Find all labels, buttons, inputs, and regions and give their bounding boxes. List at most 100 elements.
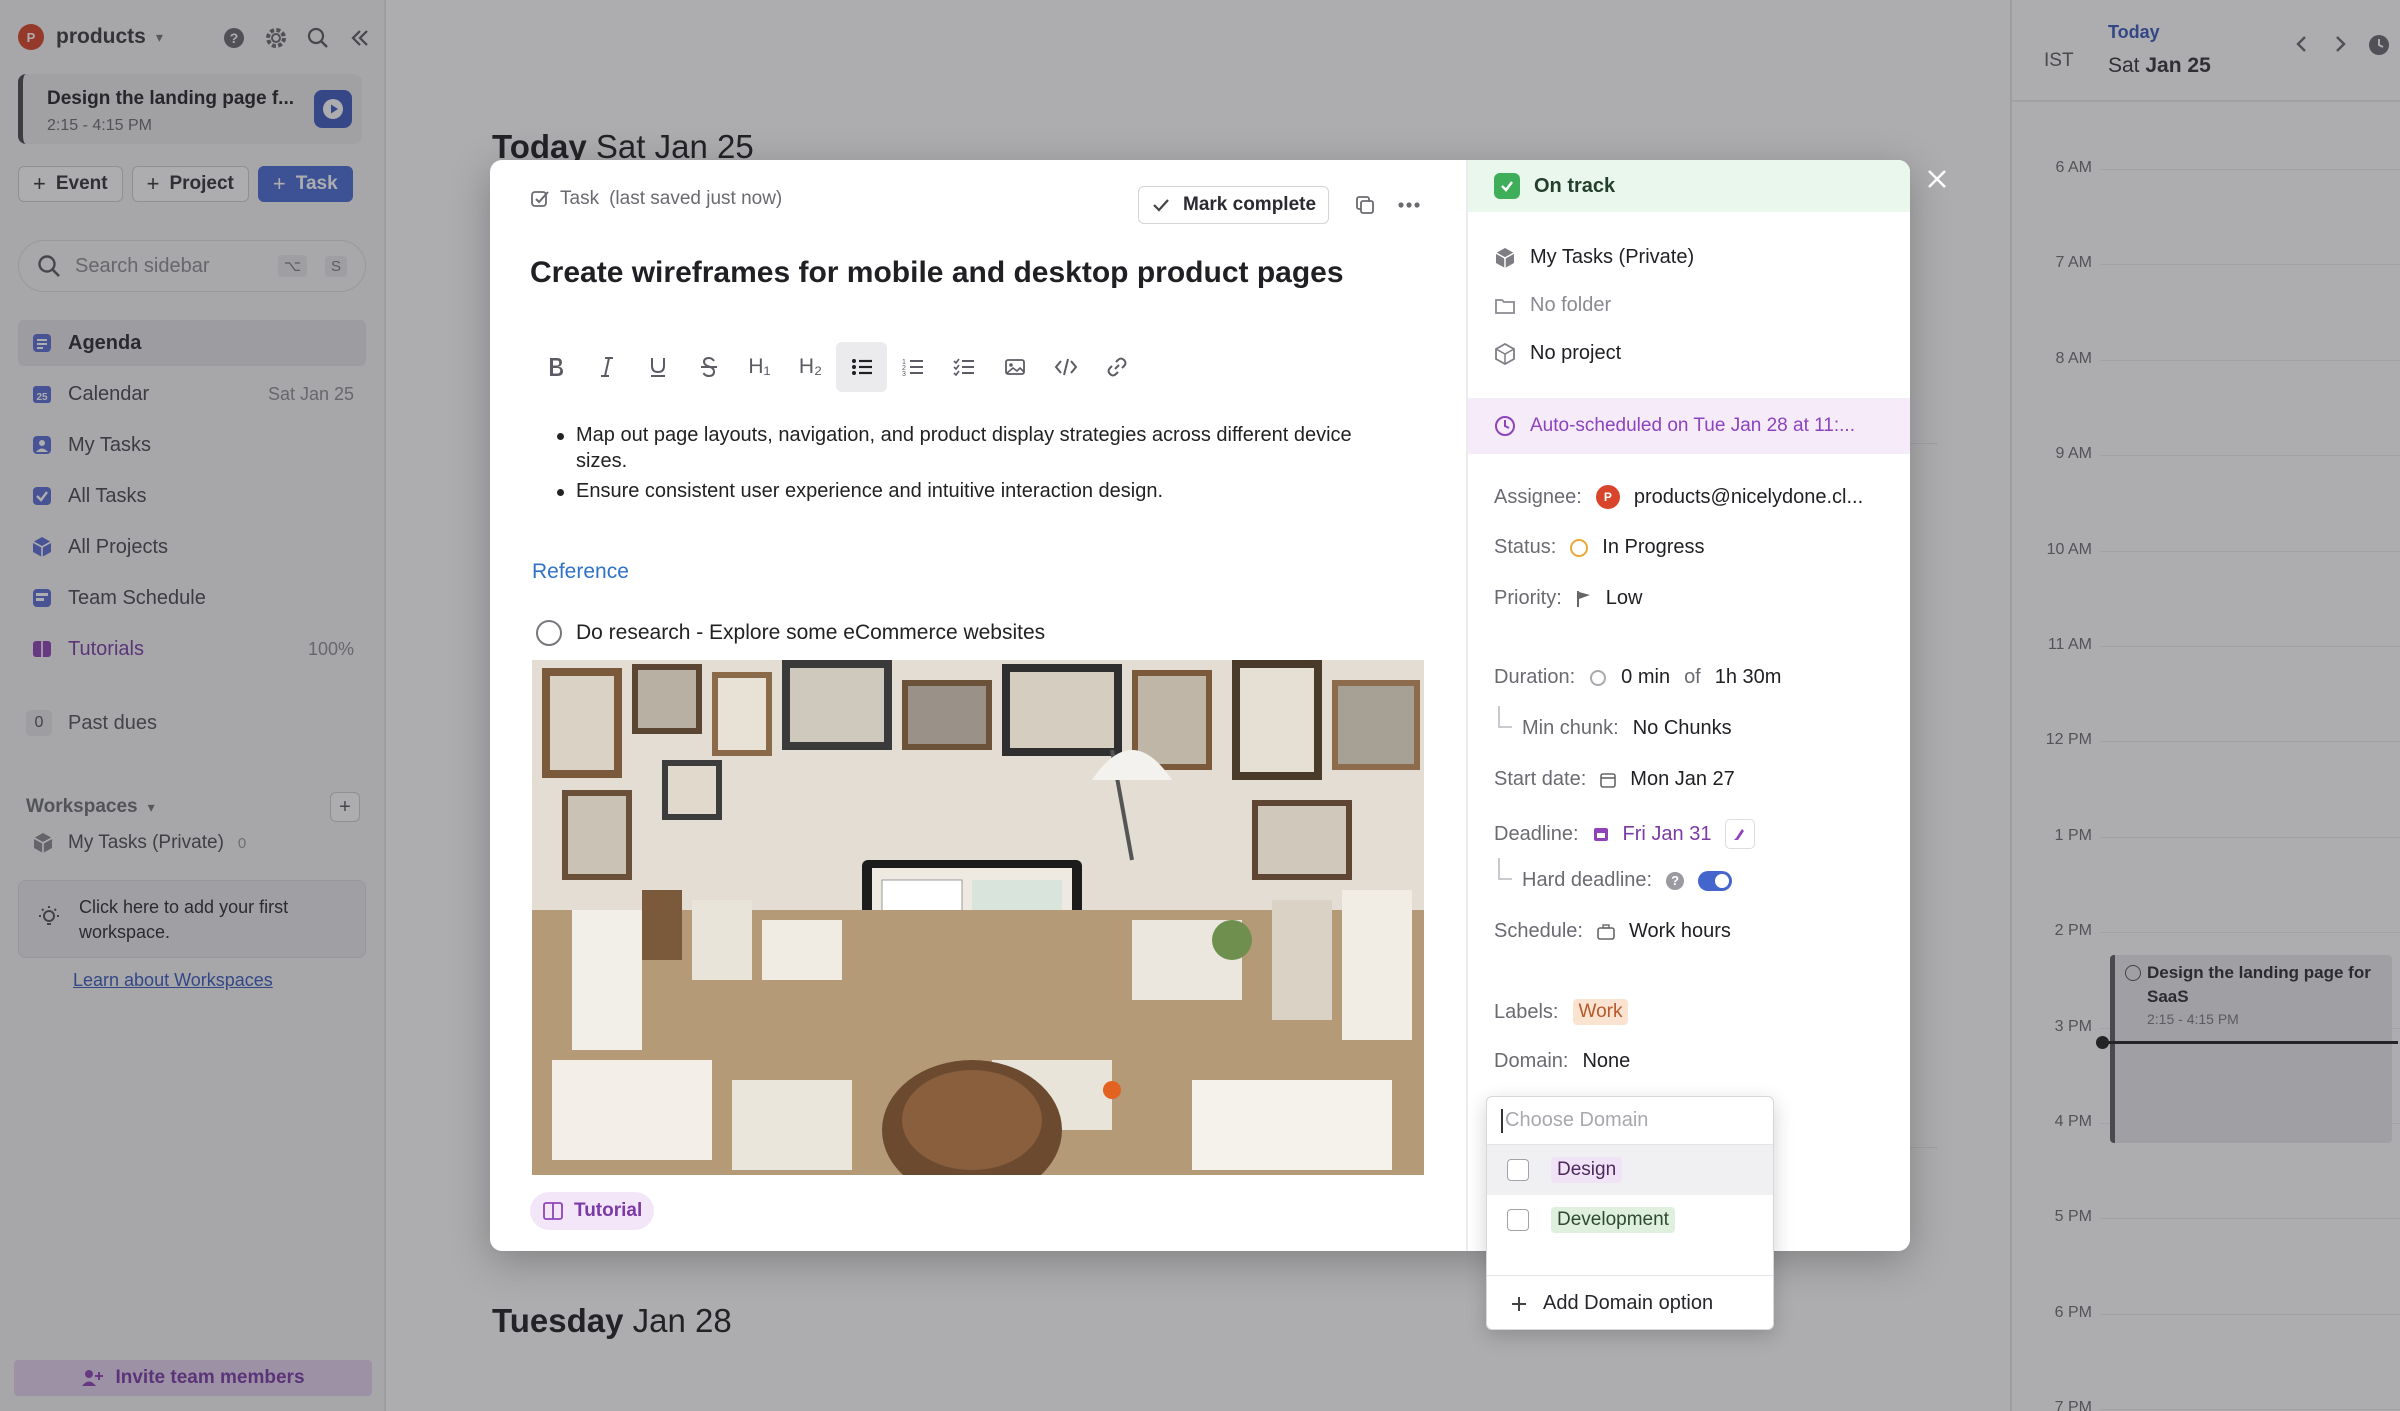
hard-deadline-field[interactable]: Hard deadline: ? [1522, 869, 1733, 892]
domain-value: None [1582, 1050, 1631, 1072]
schedule-value: Work hours [1628, 920, 1731, 942]
checklist-checkbox[interactable] [536, 620, 562, 646]
add-domain-option-label: Add Domain option [1543, 1292, 1714, 1314]
on-track-banner: On track [1468, 160, 1910, 212]
checklist-button[interactable] [938, 342, 989, 392]
min-chunk-field[interactable]: Min chunk: No Chunks [1522, 717, 1732, 740]
start-date-field[interactable]: Start date: Mon Jan 27 [1494, 768, 1735, 791]
duration-label: Duration: [1494, 666, 1576, 688]
heading-2-button[interactable]: H₂ [785, 342, 836, 392]
flag-icon [1576, 590, 1592, 608]
project-field[interactable]: No project [1494, 342, 1621, 365]
more-options-icon[interactable] [1394, 190, 1424, 220]
close-modal-button[interactable] [1922, 164, 1952, 194]
domain-option-label: Development [1551, 1207, 1675, 1233]
folder-icon [1494, 296, 1516, 316]
auto-scheduled-banner[interactable]: Auto-scheduled on Tue Jan 28 at 11:... [1468, 398, 1910, 454]
domain-option-checkbox[interactable] [1507, 1159, 1529, 1181]
folder-field[interactable]: No folder [1494, 294, 1611, 317]
deadline-value: Fri Jan 31 [1622, 822, 1712, 845]
deadline-field[interactable]: Deadline: Fri Jan 31 [1494, 819, 1756, 849]
tutorial-tag-label: Tutorial [574, 1200, 643, 1221]
min-chunk-label: Min chunk: [1522, 717, 1619, 739]
mark-complete-button[interactable]: Mark complete [1138, 186, 1330, 224]
status-field[interactable]: Status: In Progress [1494, 536, 1705, 559]
help-icon[interactable]: ? [1666, 871, 1685, 890]
domain-field[interactable]: Domain: None [1494, 1050, 1630, 1073]
domain-search-placeholder: Choose Domain [1505, 1109, 1649, 1131]
check-icon [1151, 195, 1171, 215]
tutorial-tag[interactable]: Tutorial [530, 1192, 655, 1230]
domain-option-checkbox[interactable] [1507, 1209, 1529, 1231]
formatting-toolbar: H₁ H₂ 123 [530, 342, 1142, 392]
heading-1-button[interactable]: H₁ [734, 342, 785, 392]
svg-text:3: 3 [902, 371, 906, 377]
text-cursor [1501, 1108, 1503, 1133]
domain-option-label: Design [1551, 1157, 1623, 1183]
task-title[interactable]: Create wireframes for mobile and desktop… [530, 256, 1344, 290]
domain-option-design[interactable]: Design [1487, 1145, 1773, 1195]
deadline-label: Deadline: [1494, 822, 1579, 845]
numbered-list-button[interactable]: 123 [887, 342, 938, 392]
description-bullet: Ensure consistent user experience and in… [557, 478, 1406, 504]
labels-field[interactable]: Labels: Work [1494, 999, 1629, 1025]
deadline-calendar-icon [1593, 826, 1609, 842]
image-button[interactable] [989, 342, 1040, 392]
priority-field[interactable]: Priority: Low [1494, 587, 1643, 610]
priority-label: Priority: [1494, 587, 1562, 609]
assignee-avatar: P [1595, 485, 1620, 509]
domain-dropdown: Choose Domain Design Development Add Dom… [1486, 1096, 1774, 1330]
min-chunk-value: No Chunks [1632, 717, 1732, 739]
on-track-label: On track [1534, 174, 1616, 197]
hard-deadline-label: Hard deadline: [1522, 869, 1653, 891]
domain-search-input[interactable]: Choose Domain [1487, 1097, 1773, 1145]
label-work[interactable]: Work [1572, 999, 1629, 1025]
duration-field[interactable]: Duration: 0 min of 1h 30m [1494, 666, 1781, 689]
start-date-value: Mon Jan 27 [1630, 768, 1735, 790]
calendar-icon [1600, 772, 1617, 788]
code-button[interactable] [1040, 342, 1091, 392]
task-editor: Task (last saved just now) Mark complete… [490, 160, 1466, 1251]
last-saved: (last saved just now) [609, 188, 783, 209]
workspace-value: My Tasks (Private) [1530, 246, 1695, 268]
task-description[interactable]: Map out page layouts, navigation, and pr… [557, 422, 1406, 508]
assignee-field[interactable]: Assignee: P products@nicelydone.cl... [1494, 485, 1863, 509]
schedule-label: Schedule: [1494, 920, 1583, 942]
cube-icon [1494, 247, 1516, 269]
italic-button[interactable] [581, 342, 632, 392]
checklist-item[interactable]: Do research - Explore some eCommerce web… [536, 620, 1045, 646]
duration-done: 0 min [1621, 666, 1671, 688]
hard-deadline-toggle[interactable] [1698, 870, 1733, 891]
plus-icon [1509, 1294, 1529, 1314]
duplicate-icon[interactable] [1350, 190, 1380, 220]
deadline-auto-icon[interactable] [1725, 819, 1756, 849]
domain-option-development[interactable]: Development [1487, 1195, 1773, 1245]
bullet-list-button[interactable] [836, 342, 887, 392]
description-bullet: Map out page layouts, navigation, and pr… [557, 422, 1406, 474]
workspace-desk-image [532, 660, 1424, 1175]
underline-button[interactable] [632, 342, 683, 392]
add-domain-option-button[interactable]: Add Domain option [1487, 1275, 1773, 1329]
task-modal: Task (last saved just now) Mark complete… [490, 160, 1910, 1251]
check-icon [1494, 173, 1520, 199]
status-value: In Progress [1602, 536, 1705, 558]
status-in-progress-icon [1570, 538, 1589, 557]
folder-value: No folder [1530, 294, 1612, 316]
task-kind: Task [560, 188, 600, 209]
schedule-field[interactable]: Schedule: Work hours [1494, 920, 1731, 943]
reference-link[interactable]: Reference [532, 560, 629, 584]
strikethrough-button[interactable] [683, 342, 734, 392]
mark-complete-label: Mark complete [1183, 194, 1317, 215]
project-value: No project [1530, 342, 1622, 364]
bold-button[interactable] [530, 342, 581, 392]
task-header: Task (last saved just now) [530, 188, 782, 210]
duration-total: 1h 30m [1714, 666, 1782, 688]
sub-field-connector [1498, 858, 1512, 880]
assignee-value: products@nicelydone.cl... [1633, 485, 1864, 508]
auto-scheduled-text: Auto-scheduled on Tue Jan 28 at 11:... [1530, 415, 1855, 436]
labels-label: Labels: [1494, 1000, 1559, 1023]
start-date-label: Start date: [1494, 768, 1587, 790]
link-button[interactable] [1091, 342, 1142, 392]
workspace-field[interactable]: My Tasks (Private) [1494, 246, 1694, 269]
priority-value: Low [1605, 587, 1643, 609]
